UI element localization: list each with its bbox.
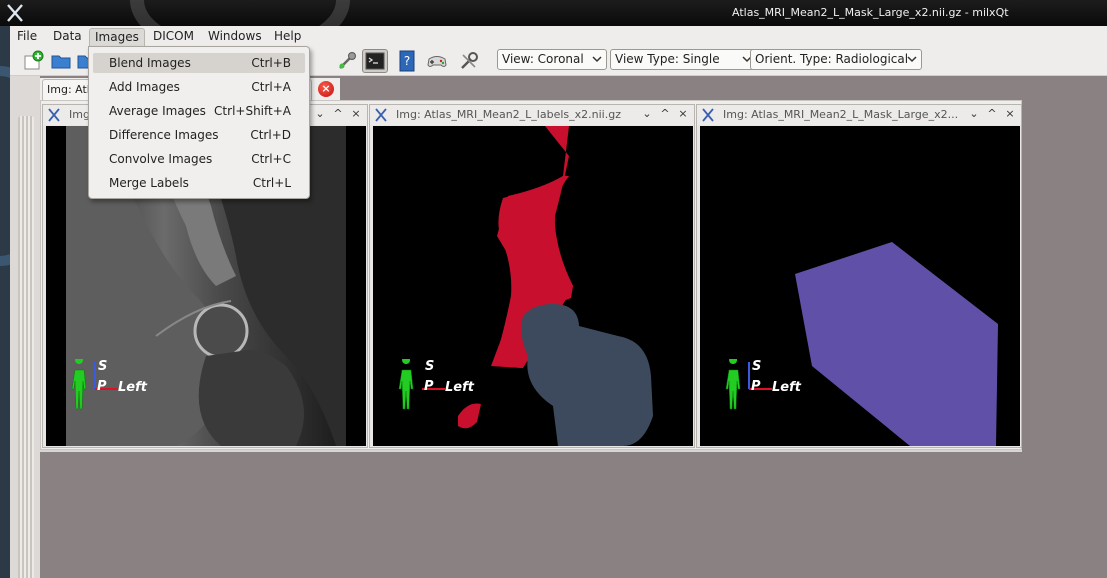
orientation-posterior-label: P: [97, 379, 107, 394]
menu-dicom[interactable]: DICOM: [148, 28, 199, 46]
milx-logo-icon: [48, 108, 60, 122]
empty-workspace-area: [40, 450, 1107, 578]
image-window-title: Img: Atlas_MRI_Mean2_L_Mask_Large_x2...: [723, 108, 959, 121]
menu-item-average-images[interactable]: Average Images Ctrl+Shift+A: [93, 101, 305, 121]
menu-file[interactable]: File: [12, 28, 42, 46]
pipette-button[interactable]: [334, 49, 360, 73]
help-button[interactable]: ?: [394, 49, 420, 73]
orientation-left-label: Left: [772, 380, 801, 395]
dock-drag-handle[interactable]: [18, 116, 34, 578]
menu-data[interactable]: Data: [48, 28, 87, 46]
workspace-divider: [40, 450, 1022, 452]
window-close-icon[interactable]: ×: [1003, 107, 1017, 121]
orientation-posterior-label: P: [751, 379, 761, 394]
view-select[interactable]: View: Coronal: [497, 49, 607, 70]
title-bar: Atlas_MRI_Mean2_L_Mask_Large_x2.nii.gz -…: [0, 0, 1107, 26]
labels-slice-view[interactable]: S P Left: [373, 126, 693, 446]
orientation-posterior-label: P: [424, 379, 434, 394]
window-maximize-icon[interactable]: ^: [331, 107, 345, 121]
milx-logo-icon: [375, 108, 387, 122]
new-button[interactable]: [20, 49, 46, 73]
image-window-labels[interactable]: Img: Atlas_MRI_Mean2_L_labels_x2.nii.gz …: [369, 104, 695, 448]
menu-item-label: Convolve Images: [109, 152, 213, 166]
menu-item-shortcut: Ctrl+A: [251, 80, 291, 94]
view-type-select[interactable]: View Type: Single: [610, 49, 757, 70]
orientation-superior-label: S: [752, 359, 762, 374]
menu-item-difference-images[interactable]: Difference Images Ctrl+D: [93, 125, 305, 145]
chevron-down-icon: [592, 56, 602, 63]
svg-text:?: ?: [404, 54, 410, 68]
orient-type-select-value: Orient. Type: Radiological: [755, 52, 909, 66]
menu-item-shortcut: Ctrl+C: [251, 152, 291, 166]
menu-item-shortcut: Ctrl+D: [250, 128, 291, 142]
gamepad-icon: [427, 56, 447, 67]
orientation-superior-label: S: [98, 359, 108, 374]
image-window-mask[interactable]: Img: Atlas_MRI_Mean2_L_Mask_Large_x2... …: [696, 104, 1022, 448]
image-window-header[interactable]: Img: Atlas_MRI_Mean2_L_labels_x2.nii.gz …: [370, 105, 694, 125]
image-window-title: Img: Atlas_MRI_Mean2_L_labels_x2.nii.gz: [396, 108, 621, 121]
left-dock-area: [0, 26, 40, 578]
orientation-left-label: Left: [118, 380, 147, 395]
menu-windows[interactable]: Windows: [203, 28, 267, 46]
menu-item-merge-labels[interactable]: Merge Labels Ctrl+L: [93, 173, 305, 193]
images-menu-dropdown: Blend Images Ctrl+B Add Images Ctrl+A Av…: [88, 46, 310, 199]
app-logo-icon: [7, 4, 23, 22]
menu-help[interactable]: Help: [269, 28, 306, 46]
window-close-icon[interactable]: ×: [676, 107, 690, 121]
chevron-down-icon: [907, 56, 917, 63]
menu-item-label: Difference Images: [109, 128, 219, 142]
orientation-marker: S P Left: [70, 359, 180, 429]
milx-logo-icon: [702, 108, 714, 122]
mask-slice-view[interactable]: S P Left: [700, 126, 1020, 446]
window-maximize-icon[interactable]: ^: [658, 107, 672, 121]
menu-bar: File Data Images DICOM Windows Help: [10, 26, 1107, 46]
menu-item-label: Blend Images: [109, 56, 191, 70]
tools-button[interactable]: [456, 49, 482, 73]
close-tab-icon[interactable]: ×: [318, 81, 334, 97]
menu-item-shortcut: Ctrl+B: [251, 56, 291, 70]
orientation-left-label: Left: [445, 380, 474, 395]
window-close-icon[interactable]: ×: [349, 107, 363, 121]
menu-item-label: Average Images: [109, 104, 206, 118]
wrench-screwdriver-icon: [461, 52, 478, 69]
title-bar-decoration: [130, 0, 350, 26]
terminal-icon: [365, 52, 385, 70]
view-type-select-value: View Type: Single: [615, 52, 720, 66]
menu-item-shortcut: Ctrl+L: [252, 176, 291, 190]
view-select-value: View: Coronal: [502, 52, 584, 66]
orientation-superior-label: S: [425, 359, 435, 374]
menu-item-add-images[interactable]: Add Images Ctrl+A: [93, 77, 305, 97]
orientation-marker: S P Left: [397, 359, 507, 429]
menu-item-convolve-images[interactable]: Convolve Images Ctrl+C: [93, 149, 305, 169]
window-menu-chevron-icon[interactable]: ⌄: [313, 107, 327, 121]
menu-item-blend-images[interactable]: Blend Images Ctrl+B: [93, 53, 305, 73]
window-title: Atlas_MRI_Mean2_L_Mask_Large_x2.nii.gz -…: [732, 6, 1009, 19]
orient-type-select[interactable]: Orient. Type: Radiological: [750, 49, 922, 70]
menu-item-shortcut: Ctrl+Shift+A: [214, 104, 291, 118]
menu-item-label: Merge Labels: [109, 176, 189, 190]
console-button[interactable]: [362, 49, 388, 73]
menu-item-label: Add Images: [109, 80, 180, 94]
image-window-header[interactable]: Img: Atlas_MRI_Mean2_L_Mask_Large_x2... …: [697, 105, 1021, 125]
gamepad-button[interactable]: [424, 49, 450, 73]
window-menu-chevron-icon[interactable]: ⌄: [640, 107, 654, 121]
open-button[interactable]: [48, 49, 74, 73]
orientation-marker: S P Left: [724, 359, 834, 429]
new-file-icon: [24, 50, 44, 70]
window-menu-chevron-icon[interactable]: ⌄: [967, 107, 981, 121]
window-maximize-icon[interactable]: ^: [985, 107, 999, 121]
folder-icon: [51, 55, 71, 69]
pipette-icon: [339, 52, 356, 69]
help-book-icon: ?: [399, 50, 415, 72]
menu-images[interactable]: Images: [89, 28, 145, 46]
